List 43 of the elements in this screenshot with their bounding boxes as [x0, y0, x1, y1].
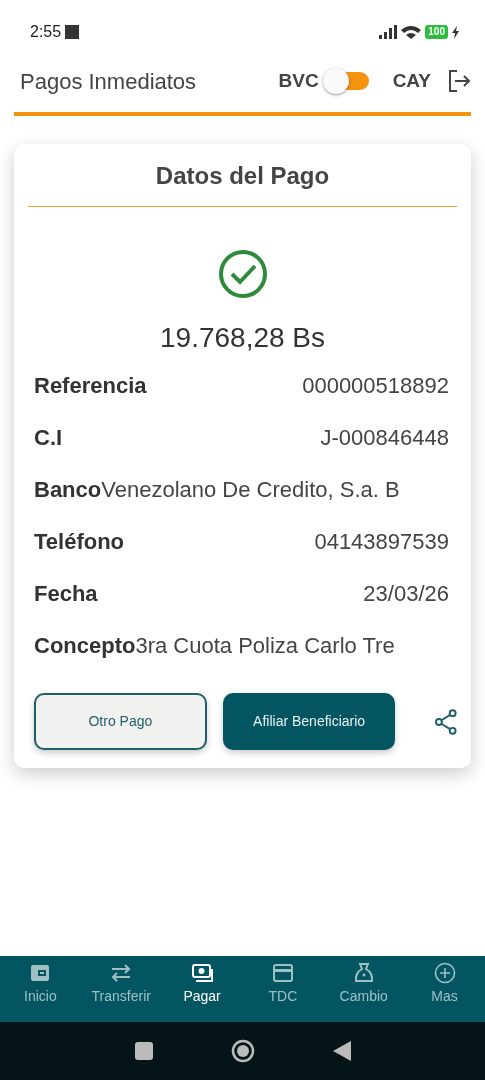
signal-icon [379, 25, 398, 39]
other-payment-button[interactable]: Otro Pago [34, 693, 207, 750]
nav-tab[interactable]: Mas [404, 956, 485, 1022]
clock-time: 2:55 [30, 22, 62, 42]
charging-icon [452, 25, 459, 39]
add-beneficiary-button[interactable]: Afiliar Beneficiario [222, 693, 396, 750]
field-value: Venezolano De Credito, S.a. B [101, 475, 400, 504]
recents-icon[interactable] [134, 1042, 153, 1060]
field-value: 04143897539 [314, 527, 450, 556]
notification-icon [65, 25, 80, 39]
field-value: 3ra Cuota Poliza Carlo Tre [135, 631, 395, 660]
nav-tab[interactable]: Inicio [0, 956, 81, 1022]
field-value: 000000518892 [302, 371, 450, 400]
nav-tab[interactable]: Cambio [323, 956, 405, 1022]
success-check-icon [217, 249, 268, 299]
field-label: C.I [34, 423, 63, 452]
switch-label: CAY [392, 68, 431, 93]
switch-label: BVC [278, 68, 319, 93]
home-icon[interactable] [230, 1039, 255, 1063]
field-label: Fecha [34, 579, 98, 608]
money-bag-icon [352, 962, 375, 984]
field-value: 23/03/26 [363, 579, 450, 608]
page-title: Pagos Inmediatos [20, 67, 197, 96]
field-value: J-000846448 [320, 423, 450, 452]
logout-icon[interactable] [447, 69, 471, 93]
plus-circle-icon [433, 962, 456, 984]
wifi-icon [401, 25, 422, 39]
battery-icon: 100 [425, 25, 448, 39]
share-icon[interactable] [435, 708, 457, 735]
field-label: Concepto [34, 631, 136, 660]
banknote-icon [191, 962, 214, 984]
back-icon[interactable] [332, 1041, 351, 1061]
field-label: Referencia [34, 371, 147, 400]
field-label: Banco [34, 475, 102, 504]
wallet-icon [29, 962, 52, 984]
transfer-arrows-icon [110, 962, 133, 984]
credit-card-icon [271, 962, 294, 984]
card-title: Datos del Pago [154, 161, 331, 191]
nav-tab[interactable]: Transferir [80, 956, 162, 1022]
nav-tab[interactable]: TDC [242, 956, 324, 1022]
nav-tab[interactable]: Pagar [161, 956, 243, 1022]
payment-amount: 19.768,28 Bs [159, 321, 326, 355]
field-label: Teléfono [34, 527, 125, 556]
